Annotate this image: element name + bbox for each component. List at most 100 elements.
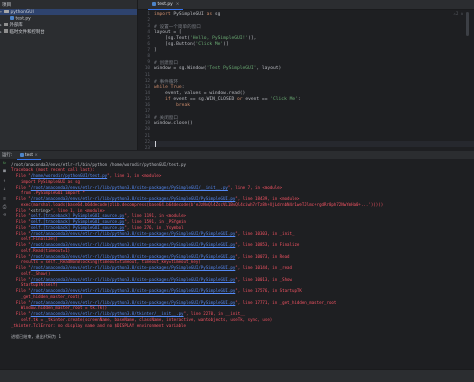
console-line: Traceback (most recent call last): <box>11 167 95 173</box>
line-number: 10 <box>144 66 150 72</box>
console-line: File "/root/anaconda3/envs/etlr-rl/lib/p… <box>11 196 299 202</box>
console-text: ", line 17771, in _get_hidden_master_roo… <box>235 299 337 305</box>
console-text: File " <box>11 276 31 282</box>
code-token: as <box>206 11 215 17</box>
tree-item-scratches[interactable]: ▸ 临时文件和控制台 <box>0 29 45 35</box>
console-text: File " <box>11 213 31 219</box>
file-link[interactable]: /root/anaconda3/envs/etlr-rl/lib/python3… <box>31 288 236 293</box>
file-link[interactable]: /root/anaconda3/envs/etlr-rl/lib/python3… <box>31 254 236 259</box>
line-number: 1 <box>147 11 150 17</box>
console-line: 进程已结束，退出代码为 1 <box>11 334 61 340</box>
console-line: results = self._ReadNonBlocking(timeout=… <box>11 259 201 265</box>
code-token: window.close() <box>154 121 193 127</box>
console-text: ", line 1191, in <module> <box>124 213 187 219</box>
console-text: ", line 18439, in <module> <box>235 196 300 201</box>
console-text: _get_hidden_master_root() <box>11 293 83 299</box>
console-text: File " <box>11 224 31 230</box>
folder-icon <box>4 9 9 14</box>
file-link[interactable]: /root/anaconda3/envs/etlr-rl/lib/python3… <box>31 277 236 282</box>
console-text: <string> <box>30 207 51 213</box>
file-link[interactable]: self.[traceback] PySimpleGUI_source.py <box>31 219 125 224</box>
console-text: ", line 1591, in _PSYgmin <box>124 219 187 224</box>
file-link[interactable]: /root/anaconda3/envs/etlr-rl/lib/python3… <box>31 300 236 305</box>
console-text: File " <box>11 288 31 293</box>
close-icon[interactable]: × <box>176 2 180 7</box>
code-token: True <box>170 84 182 90</box>
console-text: import PySimpleGUI as sg <box>11 178 81 184</box>
file-link[interactable]: /root/anaconda3/envs/etlr-rl/lib/python3… <box>31 311 184 316</box>
trash-icon[interactable]: ⌫ <box>2 213 7 218</box>
console-line: self.tk = _tkinter.create(screenName, ba… <box>11 317 272 323</box>
file-link[interactable]: /root/anaconda3/envs/etlr-rl/lib/python3… <box>31 265 236 270</box>
code-token: PySimpleGUI <box>173 11 207 17</box>
console-line: File "/root/anaconda3/envs/etlr-rl/lib/p… <box>11 288 302 294</box>
tree-item-pythongui[interactable]: ▾ pythonGUI <box>0 9 137 15</box>
file-link[interactable]: /root/anaconda3/envs/etlr-rl/lib/python3… <box>31 185 228 190</box>
code-line: event, values = window.read() <box>154 91 245 96</box>
line-number: 4 <box>147 29 150 35</box>
run-toolbar: ↻ ■ ↑ ↓ ≡ ⎙ ⌫ <box>0 160 10 370</box>
console-line: File "/root/anaconda3/envs/etlr-rl/lib/p… <box>11 242 299 248</box>
code-token: import <box>154 11 174 17</box>
console-line: File "self.[traceback] PySimpleGUI_sourc… <box>11 225 184 231</box>
code-token: , layout) <box>256 66 282 72</box>
text-caret <box>155 141 156 147</box>
line-number: 19 <box>144 121 150 127</box>
code-token: window = sg.Window( <box>154 66 207 72</box>
rerun-icon[interactable]: ↻ <box>2 161 7 166</box>
code-token: [sg.Button( <box>154 42 196 47</box>
file-link[interactable]: self.[traceback] PySimpleGUI_source.py <box>31 225 125 230</box>
console-text: File " <box>11 207 31 213</box>
file-link[interactable]: /root/anaconda3/envs/etlr-rl/lib/python3… <box>31 196 236 201</box>
close-icon[interactable]: × <box>34 152 38 157</box>
tree-item-label: test.py <box>15 16 31 21</box>
tab-test-py[interactable]: test.py × <box>148 0 184 10</box>
console-line: File "/home/worodir/pythonGUI/test.py", … <box>11 173 161 179</box>
project-panel: 项目 ▾ pythonGUI test.py ▸ 外部库 ▸ 临时文件和控制台 <box>0 0 138 150</box>
code-line: import PySimpleGUI as sg <box>154 12 220 17</box>
line-number: 7 <box>147 48 150 54</box>
stop-icon[interactable]: ■ <box>2 169 7 174</box>
scratches-icon <box>4 29 8 33</box>
status-bar <box>0 369 474 382</box>
project-panel-title: 项目 <box>2 3 12 8</box>
file-link[interactable]: /root/anaconda3/envs/etlr-rl/lib/python3… <box>31 231 236 236</box>
console-text: exec(marshal.loads(base64.b64decode(zlib… <box>11 201 384 207</box>
tree-item-test-py[interactable]: test.py <box>0 15 31 22</box>
console-line: StartupTK(self) <box>11 282 58 288</box>
file-link[interactable]: self.[traceback] PySimpleGUI_source.py <box>31 213 125 218</box>
down-arrow-icon[interactable]: ↓ <box>2 187 7 192</box>
run-tab-test[interactable]: test × <box>17 151 41 160</box>
line-number: 2 <box>147 17 150 23</box>
line-number: 17 <box>144 109 150 115</box>
file-link[interactable]: /root/anaconda3/envs/etlr-rl/lib/python3… <box>31 242 236 247</box>
line-number: 3 <box>147 23 150 29</box>
line-number: 9 <box>147 60 150 66</box>
editor-scrollbar[interactable] <box>466 12 469 36</box>
code-line: layout = [ <box>154 30 182 35</box>
tab-label: test.py <box>157 2 173 7</box>
wrap-icon[interactable]: ≡ <box>2 197 7 202</box>
code-editor[interactable] <box>138 0 474 150</box>
code-token: sg <box>214 11 221 17</box>
console-text: 进程已结束，退出代码为 1 <box>11 334 61 339</box>
tree-item-label: 临时文件和控制台 <box>9 29 45 35</box>
file-link[interactable]: /home/worodir/pythonGUI/test.py <box>31 173 107 178</box>
line-number: 15 <box>144 96 150 102</box>
print-icon[interactable]: ⎙ <box>2 205 7 210</box>
console-line: File "<string>", line 1, in <module> <box>11 208 105 214</box>
code-token: break <box>176 103 190 108</box>
tree-item-external-libraries[interactable]: ▸ 外部库 <box>0 22 23 28</box>
run-panel-label: 运行: <box>2 153 13 158</box>
python-file-icon <box>152 1 156 6</box>
code-token: event, values = window.read() <box>154 90 246 96</box>
console-text: File " <box>11 311 31 316</box>
up-arrow-icon[interactable]: ↑ <box>2 179 7 184</box>
line-number: 22 <box>144 139 150 145</box>
console-text: StartupTK(self) <box>11 282 58 288</box>
console-text: File " <box>11 299 31 305</box>
library-icon <box>4 22 8 27</box>
console-text: from .PySimpleGUI import * <box>11 190 85 196</box>
